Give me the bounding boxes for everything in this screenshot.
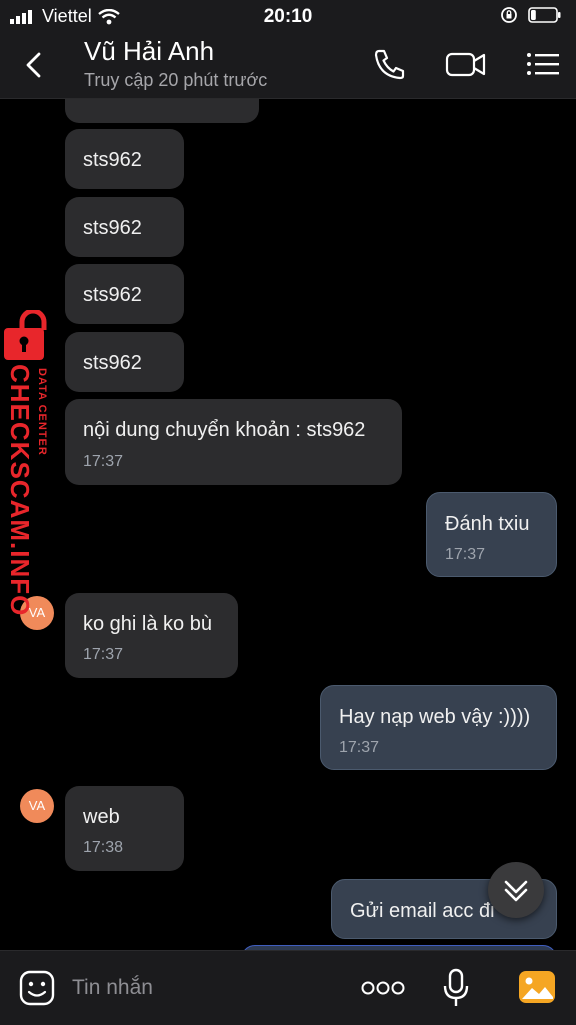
chat-header: Vũ Hải Anh Truy cập 20 phút trước bbox=[0, 32, 576, 99]
message-text: sts962 bbox=[83, 284, 142, 306]
message-bubble-outgoing[interactable]: Đánh txiu 17:37 bbox=[426, 492, 557, 577]
more-dots-icon[interactable] bbox=[360, 979, 406, 997]
sticker-icon[interactable] bbox=[18, 969, 56, 1007]
watermark: CHECKSCAM.INFO DATA CENTER bbox=[0, 310, 64, 616]
last-seen-status: Truy cập 20 phút trước bbox=[84, 70, 268, 90]
message-bubble[interactable]: sts962 bbox=[65, 332, 184, 392]
watermark-brand: CHECKSCAM.INFO bbox=[5, 364, 35, 617]
phone-icon[interactable] bbox=[370, 46, 410, 82]
message-text: Đánh txiu bbox=[445, 513, 530, 535]
message-text: sts962 bbox=[83, 352, 142, 374]
message-text: Gửi email acc đi bbox=[350, 900, 495, 922]
message-bubble-clipped[interactable] bbox=[65, 99, 259, 123]
avatar[interactable]: VA bbox=[20, 789, 54, 823]
message-text: ko ghi là ko bù bbox=[83, 613, 212, 635]
message-bubble[interactable]: nội dung chuyển khoản : sts962 17:37 bbox=[65, 399, 402, 485]
message-bubble[interactable]: sts962 bbox=[65, 264, 184, 324]
message-time: 17:37 bbox=[83, 646, 124, 663]
contact-name[interactable]: Vũ Hải Anh bbox=[84, 36, 214, 67]
composer-bar: Tin nhắn bbox=[0, 950, 576, 1025]
clock: 20:10 bbox=[263, 6, 313, 27]
message-text: sts962 bbox=[83, 149, 142, 171]
message-time: 17:38 bbox=[83, 839, 124, 856]
message-bubble[interactable]: ko ghi là ko bù 17:37 bbox=[65, 593, 238, 678]
double-chevron-down-icon bbox=[504, 880, 528, 902]
message-bubble-outgoing[interactable]: Hay nạp web vậy :)))) 17:37 bbox=[320, 685, 557, 770]
gallery-icon[interactable] bbox=[517, 968, 557, 1006]
message-input[interactable]: Tin nhắn bbox=[72, 976, 153, 1000]
video-call-icon[interactable] bbox=[444, 46, 488, 82]
message-text: Hay nạp web vậy :)))) bbox=[339, 706, 531, 728]
message-bubble[interactable]: sts962 bbox=[65, 129, 184, 189]
message-bubble[interactable]: web 17:38 bbox=[65, 786, 184, 871]
message-time: 17:37 bbox=[83, 453, 124, 470]
back-chevron-icon[interactable] bbox=[20, 50, 50, 80]
battery-icon bbox=[528, 7, 561, 23]
message-time: 17:37 bbox=[339, 739, 380, 756]
status-right bbox=[500, 6, 562, 24]
message-text: web bbox=[83, 806, 120, 828]
message-text: sts962 bbox=[83, 217, 142, 239]
watermark-subtitle: DATA CENTER bbox=[36, 368, 48, 456]
lock-icon bbox=[4, 310, 47, 360]
message-bubble[interactable]: sts962 bbox=[65, 197, 184, 257]
message-time: 17:37 bbox=[445, 546, 486, 563]
microphone-icon[interactable] bbox=[441, 967, 471, 1009]
scroll-to-bottom-button[interactable] bbox=[488, 862, 544, 918]
menu-icon[interactable] bbox=[524, 46, 564, 82]
message-list[interactable]: sts962 sts962 sts962 sts962 nội dung chu… bbox=[0, 99, 576, 950]
message-text: nội dung chuyển khoản : sts962 bbox=[83, 419, 366, 441]
orientation-lock-icon bbox=[501, 7, 517, 23]
status-bar: Viettel 20:10 bbox=[0, 0, 576, 32]
